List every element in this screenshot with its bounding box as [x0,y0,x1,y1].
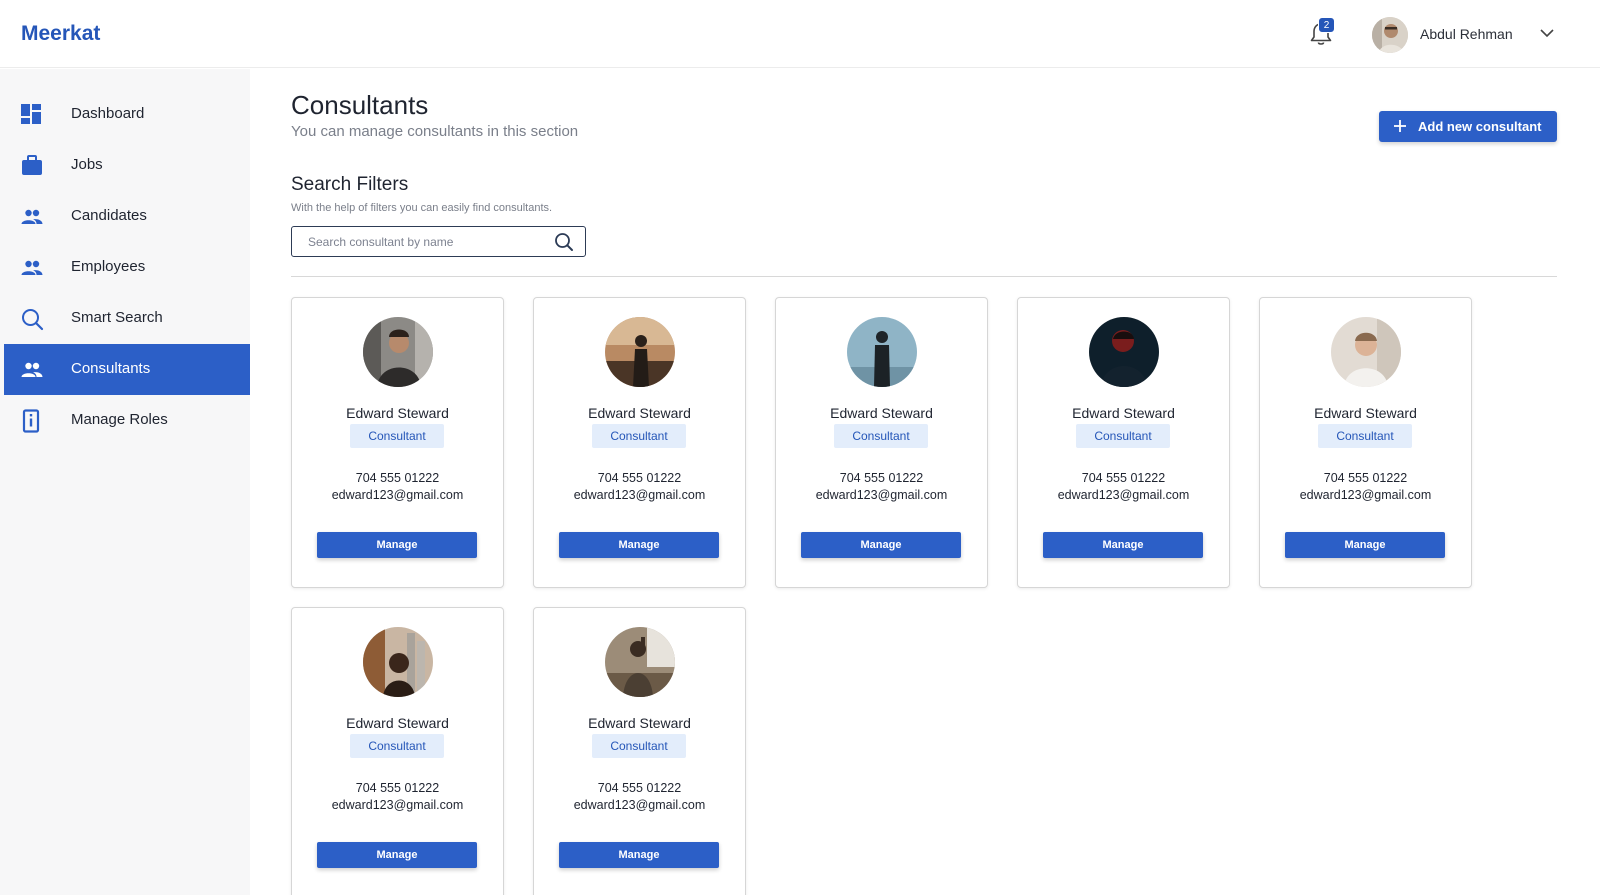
consultant-name: Edward Steward [588,405,691,421]
sidebar-item-label: Jobs [71,156,103,173]
sidebar-item-label: Dashboard [71,105,145,122]
consultant-card: Edward Steward Consultant 704 555 01222 … [533,297,746,588]
consultant-card: Edward Steward Consultant 704 555 01222 … [1017,297,1230,588]
consultant-email: edward123@gmail.com [1057,488,1190,502]
search-input[interactable] [293,228,543,255]
sidebar-item-smart-search[interactable]: Smart Search [4,293,250,344]
sidebar-item-label: Smart Search [71,309,163,326]
plus-icon [1394,120,1406,132]
consultant-phone: 704 555 01222 [839,471,924,485]
consultant-email: edward123@gmail.com [573,798,706,812]
role-badge: Consultant [592,424,686,448]
filters-title: Search Filters [291,174,409,195]
consultant-name: Edward Steward [1314,405,1417,421]
notification-badge: 2 [1318,17,1335,33]
manage-button[interactable]: Manage [317,842,477,868]
sidebar-item-dashboard[interactable]: Dashboard [4,89,250,140]
sidebar-item-jobs[interactable]: Jobs [4,140,250,191]
consultant-name: Edward Steward [830,405,933,421]
page-subtitle: You can manage consultants in this secti… [291,123,579,140]
role-badge: Consultant [350,424,444,448]
role-badge: Consultant [350,734,444,758]
consultant-email: edward123@gmail.com [573,488,706,502]
user-name[interactable]: Abdul Rehman [1420,26,1513,42]
filters-subtitle: With the help of filters you can easily … [291,202,553,214]
consultant-email: edward123@gmail.com [1299,488,1432,502]
add-consultant-button[interactable]: Add new consultant [1379,111,1557,142]
consultant-photo [605,627,675,697]
sidebar-item-employees[interactable]: Employees [4,242,250,293]
manage-button[interactable]: Manage [801,532,961,558]
sidebar-item-label: Employees [71,258,146,275]
consultant-email: edward123@gmail.com [815,488,948,502]
consultant-phone: 704 555 01222 [1081,471,1166,485]
role-badge: Consultant [834,424,928,448]
people-icon [21,362,43,377]
top-bar: Meerkat 2 Abdul Rehman [0,0,1600,68]
consultant-card: Edward Steward Consultant 704 555 01222 … [291,607,504,895]
dashboard-icon [21,104,41,124]
sidebar-item-manage-roles[interactable]: Manage Roles [4,395,250,446]
brand-logo[interactable]: Meerkat [21,22,100,46]
sidebar-item-consultants[interactable]: Consultants [4,344,250,395]
consultant-phone: 704 555 01222 [355,781,440,795]
people-icon [21,260,43,275]
consultant-card: Edward Steward Consultant 704 555 01222 … [533,607,746,895]
consultant-name: Edward Steward [346,405,449,421]
consultant-card: Edward Steward Consultant 704 555 01222 … [1259,297,1472,588]
consultant-photo [1089,317,1159,387]
consultant-phone: 704 555 01222 [355,471,440,485]
id-badge-icon [22,409,40,433]
consultant-photo [847,317,917,387]
sidebar-item-label: Manage Roles [71,411,168,428]
consultant-phone: 704 555 01222 [1323,471,1408,485]
consultant-photo [363,317,433,387]
search-icon [22,309,44,331]
sidebar: Dashboard Jobs Candidates Employees Smar… [0,69,250,895]
sidebar-item-candidates[interactable]: Candidates [4,191,250,242]
consultant-photo [1331,317,1401,387]
chevron-down-icon[interactable] [1538,24,1556,42]
consultant-email: edward123@gmail.com [331,798,464,812]
consultant-name: Edward Steward [346,715,449,731]
manage-button[interactable]: Manage [1043,532,1203,558]
consultant-phone: 704 555 01222 [597,781,682,795]
role-badge: Consultant [1076,424,1170,448]
manage-button[interactable]: Manage [317,532,477,558]
consultant-phone: 704 555 01222 [597,471,682,485]
search-box [291,226,586,257]
consultant-card: Edward Steward Consultant 704 555 01222 … [291,297,504,588]
sidebar-item-label: Candidates [71,207,147,224]
page-title: Consultants [291,90,429,120]
role-badge: Consultant [592,734,686,758]
manage-button[interactable]: Manage [559,842,719,868]
consultant-email: edward123@gmail.com [331,488,464,502]
add-consultant-label: Add new consultant [1418,119,1542,134]
role-badge: Consultant [1318,424,1412,448]
people-icon [21,209,43,224]
manage-button[interactable]: Manage [1285,532,1445,558]
avatar[interactable] [1372,17,1408,53]
consultant-photo [605,317,675,387]
manage-button[interactable]: Manage [559,532,719,558]
consultant-name: Edward Steward [1072,405,1175,421]
sidebar-item-label: Consultants [71,360,151,377]
search-icon[interactable] [554,232,574,252]
consultant-photo [363,627,433,697]
consultant-card: Edward Steward Consultant 704 555 01222 … [775,297,988,588]
briefcase-icon [22,155,42,175]
divider [291,276,1557,277]
consultant-name: Edward Steward [588,715,691,731]
